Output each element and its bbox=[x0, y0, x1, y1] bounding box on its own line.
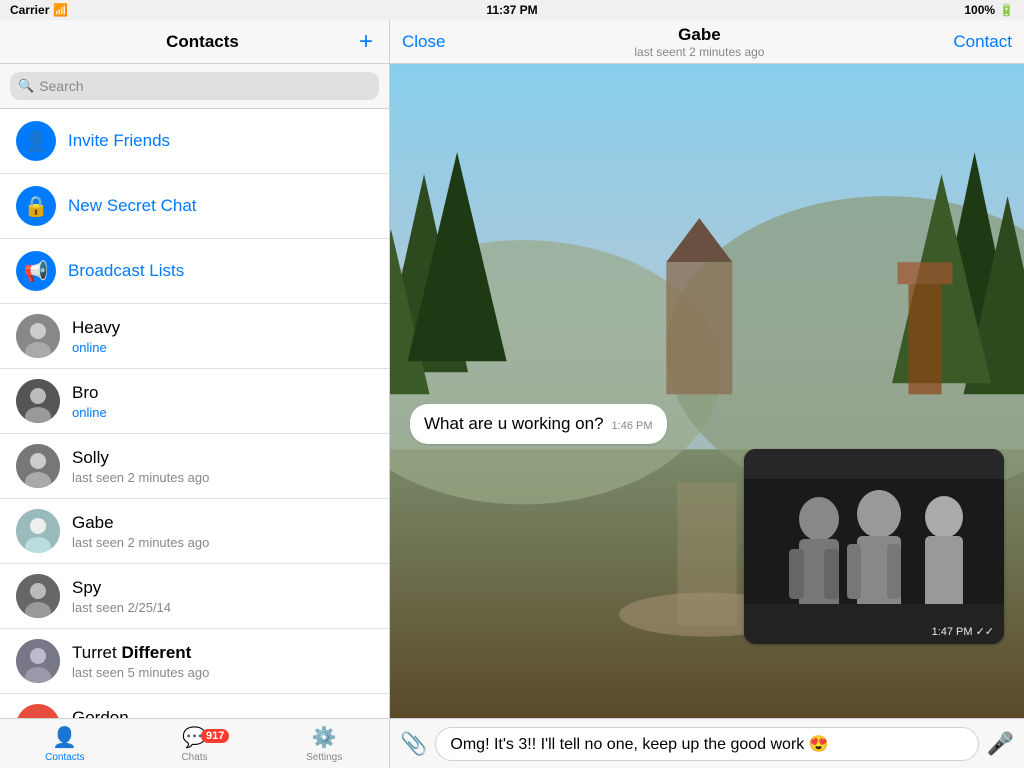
broadcast-lists-label: Broadcast Lists bbox=[68, 261, 184, 281]
photo-message: 1:47 PM ✓✓ bbox=[744, 449, 1004, 644]
contact-info-spy: Spy last seen 2/25/14 bbox=[72, 578, 373, 615]
message-time: 1:46 PM bbox=[612, 420, 653, 432]
search-container: 🔍 Search bbox=[0, 64, 389, 109]
chat-status: last seent 2 minutes ago bbox=[634, 45, 764, 59]
battery-info: 100% 🔋 bbox=[964, 3, 1014, 17]
avatar-gabe bbox=[16, 509, 60, 553]
photo-image bbox=[744, 449, 1004, 644]
new-secret-chat-item[interactable]: 🔒 New Secret Chat bbox=[0, 174, 389, 239]
avatar-gordon: G bbox=[16, 704, 60, 718]
avatar-spy bbox=[16, 574, 60, 618]
avatar-solly bbox=[16, 444, 60, 488]
battery-label: 100% bbox=[964, 3, 995, 17]
battery-icon: 🔋 bbox=[999, 3, 1014, 17]
contact-name-heavy: Heavy bbox=[72, 318, 373, 338]
main-layout: Contacts + 🔍 Search 👤 Invite Friends 🔒 N… bbox=[0, 20, 1024, 768]
invite-friends-item[interactable]: 👤 Invite Friends bbox=[0, 109, 389, 174]
carrier-label: Carrier bbox=[10, 3, 49, 17]
tab-settings[interactable]: ⚙️ Settings bbox=[259, 725, 389, 763]
contact-item-gordon[interactable]: G Gordon last seen 10/10/07 bbox=[0, 694, 389, 718]
input-bar: 📎 🎤 bbox=[390, 718, 1024, 768]
contact-info-gordon: Gordon last seen 10/10/07 bbox=[72, 708, 373, 719]
contact-info-turret: Turret Different last seen 5 minutes ago bbox=[72, 643, 373, 680]
contacts-tab-label: Contacts bbox=[45, 752, 84, 763]
carrier-info: Carrier 📶 bbox=[10, 3, 68, 17]
contact-status-heavy: online bbox=[72, 340, 373, 355]
broadcast-icon: 📢 bbox=[16, 251, 56, 291]
contact-item-spy[interactable]: Spy last seen 2/25/14 bbox=[0, 564, 389, 629]
contact-status-solly: last seen 2 minutes ago bbox=[72, 470, 373, 485]
broadcast-lists-item[interactable]: 📢 Broadcast Lists bbox=[0, 239, 389, 304]
chat-name: Gabe bbox=[634, 25, 764, 45]
photo-time: 1:47 PM bbox=[932, 626, 973, 638]
contact-item-gabe[interactable]: Gabe last seen 2 minutes ago bbox=[0, 499, 389, 564]
search-bar[interactable]: 🔍 Search bbox=[10, 72, 379, 100]
tab-bar: 👤 Contacts 💬 Chats 917 ⚙️ Settings bbox=[0, 718, 389, 768]
attach-button[interactable]: 📎 bbox=[400, 731, 427, 757]
message-text: What are u working on? bbox=[424, 414, 604, 434]
contacts-header: Contacts + bbox=[0, 20, 389, 64]
contact-item-solly[interactable]: Solly last seen 2 minutes ago bbox=[0, 434, 389, 499]
search-icon: 🔍 bbox=[18, 78, 34, 94]
contact-status-gabe: last seen 2 minutes ago bbox=[72, 535, 373, 550]
add-contact-button[interactable]: + bbox=[359, 28, 373, 56]
contacts-title: Contacts bbox=[46, 32, 359, 52]
contact-item-turret[interactable]: Turret Different last seen 5 minutes ago bbox=[0, 629, 389, 694]
wifi-icon: 📶 bbox=[53, 3, 68, 17]
new-secret-chat-label: New Secret Chat bbox=[68, 196, 197, 216]
status-time: 11:37 PM bbox=[486, 3, 537, 17]
left-panel: Contacts + 🔍 Search 👤 Invite Friends 🔒 N… bbox=[0, 20, 390, 768]
photo-time-overlay: 1:47 PM ✓✓ bbox=[932, 625, 994, 638]
chat-header-info: Gabe last seent 2 minutes ago bbox=[634, 25, 764, 59]
invite-friends-label: Invite Friends bbox=[68, 131, 170, 151]
message-incoming: What are u working on? 1:46 PM bbox=[410, 404, 667, 444]
settings-tab-label: Settings bbox=[306, 752, 342, 763]
contact-status-bro: online bbox=[72, 405, 373, 420]
status-bar: Carrier 📶 11:37 PM 100% 🔋 bbox=[0, 0, 1024, 20]
contact-name-solly: Solly bbox=[72, 448, 373, 468]
contact-button[interactable]: Contact bbox=[953, 32, 1012, 52]
contact-status-turret: last seen 5 minutes ago bbox=[72, 665, 373, 680]
contact-list: 👤 Invite Friends 🔒 New Secret Chat 📢 Bro… bbox=[0, 109, 389, 718]
contacts-tab-icon: 👤 bbox=[52, 725, 77, 750]
contact-info-heavy: Heavy online bbox=[72, 318, 373, 355]
photo-checkmarks: ✓✓ bbox=[976, 625, 994, 638]
contact-item-heavy[interactable]: Heavy online bbox=[0, 304, 389, 369]
avatar-heavy bbox=[16, 314, 60, 358]
avatar-bro bbox=[16, 379, 60, 423]
mic-button[interactable]: 🎤 bbox=[987, 731, 1014, 757]
invite-friends-icon: 👤 bbox=[16, 121, 56, 161]
tab-contacts[interactable]: 👤 Contacts bbox=[0, 725, 130, 763]
tab-chats[interactable]: 💬 Chats 917 bbox=[130, 725, 260, 763]
close-button[interactable]: Close bbox=[402, 32, 445, 52]
contact-name-gabe: Gabe bbox=[72, 513, 373, 533]
search-placeholder: Search bbox=[39, 78, 83, 94]
right-panel: Close Gabe last seent 2 minutes ago Cont… bbox=[390, 20, 1024, 768]
contact-name-spy: Spy bbox=[72, 578, 373, 598]
message-input[interactable] bbox=[435, 727, 978, 761]
contact-name-bro: Bro bbox=[72, 383, 373, 403]
chat-header: Close Gabe last seent 2 minutes ago Cont… bbox=[390, 20, 1024, 64]
contact-name-turret: Turret Different bbox=[72, 643, 373, 663]
chat-area: What are u working on? 1:46 PM bbox=[390, 64, 1024, 718]
secret-chat-icon: 🔒 bbox=[16, 186, 56, 226]
avatar-turret bbox=[16, 639, 60, 683]
contact-name-gordon: Gordon bbox=[72, 708, 373, 719]
settings-tab-icon: ⚙️ bbox=[312, 725, 337, 750]
contact-item-bro[interactable]: Bro online bbox=[0, 369, 389, 434]
contact-info-bro: Bro online bbox=[72, 383, 373, 420]
photo-content: 1:47 PM ✓✓ bbox=[744, 449, 1004, 644]
contact-info-solly: Solly last seen 2 minutes ago bbox=[72, 448, 373, 485]
contact-status-spy: last seen 2/25/14 bbox=[72, 600, 373, 615]
chats-badge: 917 bbox=[201, 729, 229, 743]
contact-info-gabe: Gabe last seen 2 minutes ago bbox=[72, 513, 373, 550]
chats-tab-label: Chats bbox=[181, 752, 207, 763]
